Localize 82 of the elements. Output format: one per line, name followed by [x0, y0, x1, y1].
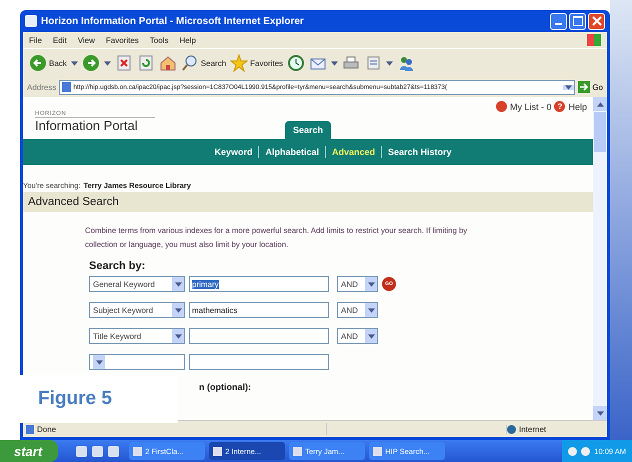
forward-button[interactable] — [82, 54, 100, 72]
nav-link[interactable]: Search History — [388, 147, 452, 157]
nav-link[interactable]: Advanced — [332, 147, 375, 157]
term-field[interactable]: primary — [189, 276, 329, 292]
caret-icon — [104, 60, 111, 66]
caret-icon — [174, 282, 182, 286]
status-text: Done — [37, 424, 56, 434]
search-tab[interactable]: Search — [285, 121, 332, 139]
caret-icon — [596, 102, 604, 106]
page-icon — [26, 424, 34, 434]
term-field[interactable] — [189, 328, 329, 344]
back-button[interactable]: Back — [29, 54, 67, 72]
search-by-label: Search by: — [89, 260, 146, 272]
close-icon — [592, 16, 602, 26]
caret-icon — [174, 308, 182, 312]
start-button[interactable]: start — [0, 440, 58, 462]
zone-label: Internet — [519, 424, 546, 434]
index-dropdown[interactable]: Subject Keyword — [89, 302, 185, 318]
stop-button[interactable] — [114, 54, 133, 72]
caret-icon — [565, 84, 572, 90]
go-button[interactable]: Go — [578, 81, 603, 93]
help-icon: ? — [554, 101, 566, 112]
my-list-link[interactable]: My List - 0 — [510, 102, 552, 112]
operator-dropdown[interactable]: AND — [337, 302, 378, 318]
house-icon — [158, 54, 177, 72]
caret-icon — [331, 60, 338, 66]
refresh-button[interactable] — [136, 54, 155, 72]
scroll-thumb[interactable] — [594, 112, 606, 152]
menu-item[interactable]: Help — [179, 36, 196, 44]
operator-dropdown[interactable]: AND — [337, 276, 378, 292]
figure-caption: Figure 5 — [20, 375, 178, 423]
globe-icon — [507, 424, 516, 434]
caret-icon — [368, 282, 374, 286]
caret-icon — [386, 60, 394, 66]
history-button[interactable] — [287, 54, 306, 72]
home-button[interactable] — [158, 54, 177, 72]
maximize-button[interactable] — [569, 12, 586, 30]
media-icon[interactable] — [108, 446, 120, 456]
clock-icon — [287, 54, 306, 72]
menu-item[interactable]: Favorites — [106, 36, 139, 44]
close-button[interactable] — [588, 12, 605, 30]
browser-icon[interactable] — [92, 446, 104, 456]
windows-flag-icon — [587, 34, 601, 46]
menu-item[interactable]: File — [29, 36, 42, 44]
index-dropdown[interactable] — [89, 354, 185, 370]
caret-icon — [70, 60, 78, 66]
caret-icon — [368, 308, 374, 312]
index-dropdown[interactable]: Title Keyword — [89, 328, 185, 344]
caret-icon — [96, 360, 102, 364]
refresh-icon — [136, 54, 155, 72]
section-heading: Advanced Search — [23, 192, 593, 212]
search-button[interactable]: Search — [180, 54, 226, 72]
caret-icon — [596, 410, 604, 416]
document-icon — [25, 15, 37, 27]
window-title: Horizon Information Portal - Microsoft Internet Explorer — [41, 16, 305, 26]
term-field[interactable]: mathematics — [189, 302, 329, 318]
address-label: Address — [27, 82, 56, 92]
desktop-icon[interactable] — [76, 446, 88, 456]
scrollbar[interactable] — [593, 97, 607, 420]
index-dropdown[interactable]: General Keyword — [89, 276, 185, 292]
limit-heading: n (optional): — [199, 382, 252, 392]
messenger-button[interactable] — [397, 54, 416, 72]
arrow-icon — [578, 81, 590, 93]
page-icon — [62, 82, 72, 92]
stop-icon — [114, 54, 133, 72]
logo-title: Information Portal — [35, 118, 139, 133]
list-icon — [496, 101, 507, 112]
caret-icon — [368, 334, 374, 338]
menu-item[interactable]: View — [78, 36, 95, 44]
nav-link[interactable]: Keyword — [214, 147, 252, 157]
minimize-button[interactable] — [550, 12, 567, 30]
nav-link[interactable]: Alphabetical — [265, 147, 319, 157]
favorites-button[interactable]: Favorites — [230, 54, 284, 72]
search-icon — [180, 54, 199, 72]
term-field[interactable] — [189, 354, 329, 370]
star-icon — [230, 54, 248, 72]
people-icon — [397, 54, 416, 72]
caret-icon — [174, 334, 182, 338]
menu-item[interactable]: Tools — [150, 36, 168, 44]
operator-dropdown[interactable]: AND — [337, 328, 378, 344]
help-link[interactable]: Help — [568, 102, 587, 112]
menu-item[interactable]: Edit — [52, 36, 67, 44]
